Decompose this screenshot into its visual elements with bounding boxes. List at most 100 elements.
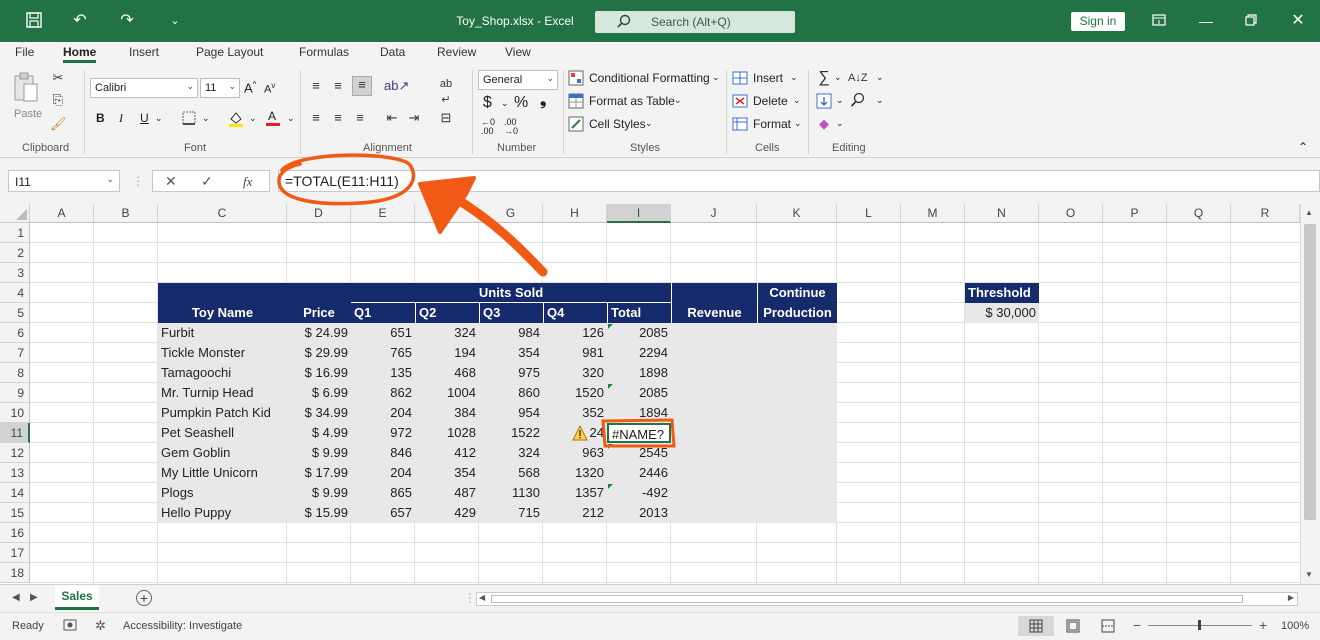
increase-indent-icon[interactable]: ⇥: [406, 110, 422, 126]
previous-sheet-icon[interactable]: ◀: [12, 592, 20, 603]
revenue-cell[interactable]: [671, 323, 757, 343]
toy-name-cell[interactable]: Tickle Monster: [158, 343, 287, 363]
scroll-up-icon[interactable]: ▲: [1305, 208, 1313, 217]
total-cell[interactable]: 2085: [607, 383, 671, 403]
clear-icon[interactable]: ◆: [816, 116, 832, 132]
collapse-ribbon-icon[interactable]: ⌃: [1298, 140, 1308, 154]
chevron-down-icon[interactable]: ⌄: [501, 98, 509, 109]
tab-view[interactable]: View: [505, 45, 531, 59]
zoom-out-icon[interactable]: −: [1133, 617, 1141, 633]
column-header-p[interactable]: P: [1103, 204, 1167, 223]
q4-cell[interactable]: 126: [543, 323, 607, 343]
header-price[interactable]: Price: [287, 283, 351, 323]
continue-production-cell[interactable]: [757, 323, 837, 343]
wrap-text-icon[interactable]: ab ↵: [438, 76, 454, 106]
total-cell[interactable]: 2085: [607, 323, 671, 343]
row-header-15[interactable]: 15: [0, 503, 30, 523]
row-header-11[interactable]: 11: [0, 423, 30, 443]
toy-name-cell[interactable]: Tamagoochi: [158, 363, 287, 383]
paste-label[interactable]: Paste: [14, 108, 42, 120]
q2-cell[interactable]: 354: [415, 463, 479, 483]
redo-icon[interactable]: ↷: [117, 11, 137, 31]
column-header-a[interactable]: A: [30, 204, 94, 223]
toy-name-cell[interactable]: Hello Puppy: [158, 503, 287, 523]
q3-cell[interactable]: 354: [479, 343, 543, 363]
tab-review[interactable]: Review: [437, 45, 476, 59]
q3-cell[interactable]: 1522: [479, 423, 543, 443]
revenue-cell[interactable]: [671, 423, 757, 443]
q1-cell[interactable]: 651: [351, 323, 415, 343]
q2-cell[interactable]: 468: [415, 363, 479, 383]
header-units-sold[interactable]: Units Sold: [351, 283, 671, 303]
header-q3[interactable]: Q3: [479, 303, 543, 323]
tab-insert[interactable]: Insert: [129, 45, 159, 59]
vertical-scroll-thumb[interactable]: [1304, 224, 1316, 520]
column-header-r[interactable]: R: [1231, 204, 1300, 223]
chevron-down-icon[interactable]: ⌄: [836, 95, 844, 106]
align-right-icon[interactable]: ≡: [352, 110, 368, 126]
continue-production-cell[interactable]: [757, 423, 837, 443]
currency-icon[interactable]: $: [483, 94, 492, 112]
q4-cell[interactable]: 981: [543, 343, 607, 363]
next-sheet-icon[interactable]: ▶: [30, 592, 38, 603]
chevron-down-icon[interactable]: ⌄: [712, 72, 720, 83]
q2-cell[interactable]: 412: [415, 443, 479, 463]
header-q4[interactable]: Q4: [543, 303, 607, 323]
cut-icon[interactable]: ✂: [50, 70, 66, 86]
header-threshold[interactable]: Threshold: [965, 283, 1039, 303]
row-header-12[interactable]: 12: [0, 443, 30, 463]
format-as-table-button[interactable]: Format as Table: [589, 94, 675, 108]
column-header-m[interactable]: M: [901, 204, 965, 223]
toy-name-cell[interactable]: Mr. Turnip Head: [158, 383, 287, 403]
price-cell[interactable]: $ 4.99: [287, 423, 351, 443]
tab-split-handle-icon[interactable]: ⋮: [464, 591, 476, 605]
maximize-icon[interactable]: [1241, 12, 1261, 32]
delete-cells-icon[interactable]: [732, 93, 748, 109]
formula-input[interactable]: =TOTAL(E11:H11): [278, 170, 1320, 192]
q1-cell[interactable]: 846: [351, 443, 415, 463]
price-cell[interactable]: $ 15.99: [287, 503, 351, 523]
cell-styles-icon[interactable]: [568, 116, 584, 132]
header-q1[interactable]: Q1: [351, 303, 415, 323]
toy-name-cell[interactable]: My Little Unicorn: [158, 463, 287, 483]
threshold-value[interactable]: $ 30,000: [965, 303, 1039, 323]
row-header-3[interactable]: 3: [0, 263, 30, 283]
ribbon-display-icon[interactable]: [1149, 12, 1169, 32]
price-cell[interactable]: $ 29.99: [287, 343, 351, 363]
vertical-scrollbar[interactable]: ▲ ▼: [1300, 204, 1320, 584]
insert-function-icon[interactable]: fx: [243, 174, 252, 190]
total-cell[interactable]: 2294: [607, 343, 671, 363]
column-header-b[interactable]: B: [94, 204, 158, 223]
name-box[interactable]: I11 ⌄: [8, 170, 120, 192]
copy-icon[interactable]: ⎘: [50, 92, 66, 108]
revenue-cell[interactable]: [671, 343, 757, 363]
column-header-k[interactable]: K: [757, 204, 837, 223]
format-painter-icon[interactable]: 🖌: [50, 116, 67, 132]
price-cell[interactable]: $ 34.99: [287, 403, 351, 423]
tab-formulas[interactable]: Formulas: [299, 45, 349, 59]
find-select-icon[interactable]: [850, 92, 866, 108]
continue-production-cell[interactable]: [757, 383, 837, 403]
undo-icon[interactable]: ↶: [70, 11, 90, 31]
decrease-indent-icon[interactable]: ⇤: [384, 110, 400, 126]
chevron-down-icon[interactable]: ⌄: [674, 95, 682, 106]
price-cell[interactable]: $ 9.99: [287, 443, 351, 463]
page-break-view-icon[interactable]: [1101, 619, 1115, 636]
fill-color-icon[interactable]: [228, 110, 244, 127]
column-header-o[interactable]: O: [1039, 204, 1103, 223]
column-header-q[interactable]: Q: [1167, 204, 1231, 223]
italic-button[interactable]: I: [119, 111, 123, 126]
bold-button[interactable]: B: [96, 111, 105, 125]
zoom-slider-thumb[interactable]: [1198, 620, 1201, 630]
column-header-f[interactable]: F: [415, 204, 479, 223]
toy-name-cell[interactable]: Furbit: [158, 323, 287, 343]
continue-production-cell[interactable]: [757, 483, 837, 503]
row-header-6[interactable]: 6: [0, 323, 30, 343]
continue-production-cell[interactable]: [757, 443, 837, 463]
row-header-17[interactable]: 17: [0, 543, 30, 563]
cell-styles-button[interactable]: Cell Styles: [589, 117, 646, 131]
paste-icon[interactable]: [12, 72, 40, 106]
revenue-cell[interactable]: [671, 463, 757, 483]
tab-file[interactable]: File: [15, 45, 34, 59]
total-cell[interactable]: 2013: [607, 503, 671, 523]
